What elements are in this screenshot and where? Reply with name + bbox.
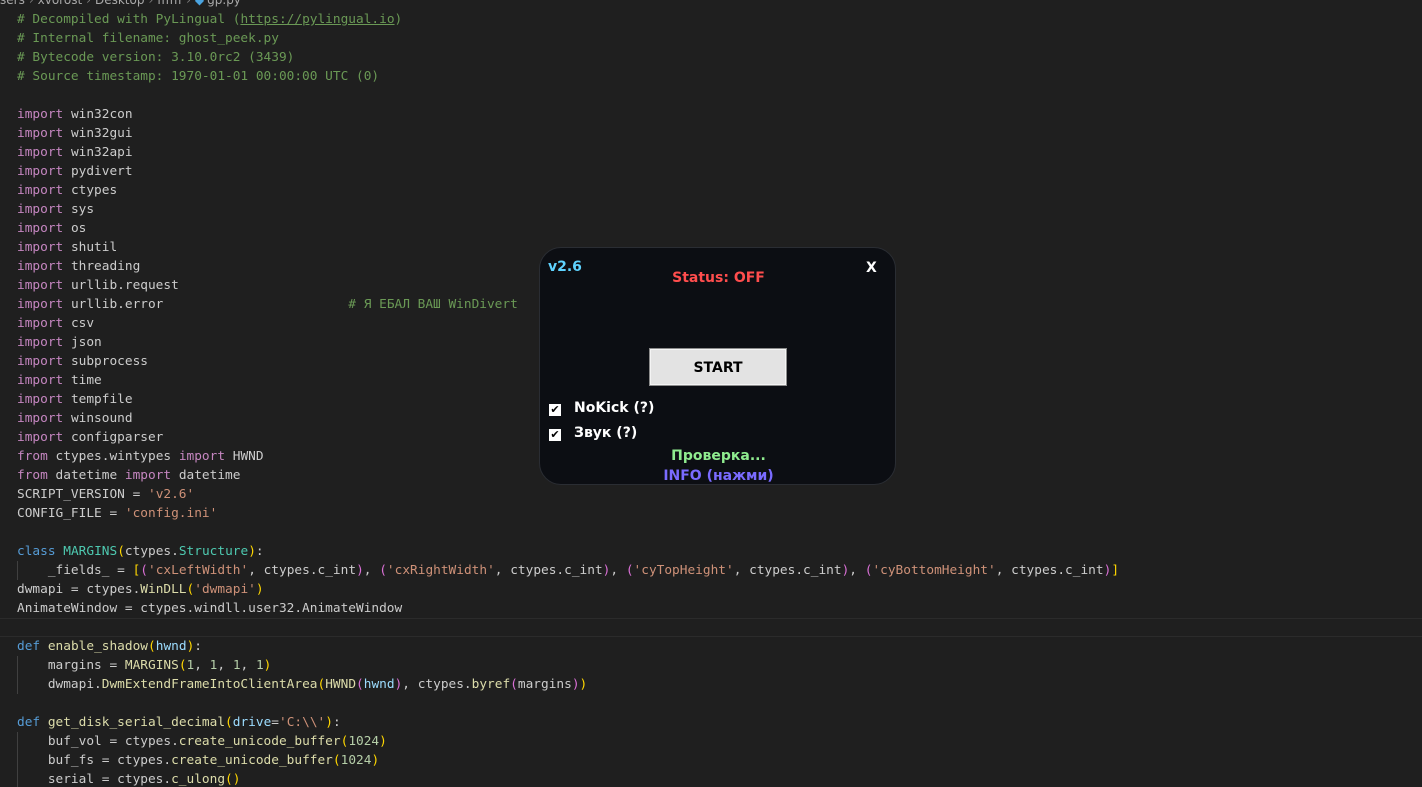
code-line-text: buf_fs = ctypes.create_unicode_buffer(10… <box>17 753 380 768</box>
sound-label[interactable]: Звук (?) <box>574 425 637 441</box>
code-line-text: import os <box>17 221 87 236</box>
code-line-text: from ctypes.wintypes import HWND <box>17 449 264 464</box>
code-line-text: import winsound <box>17 411 133 426</box>
code-line[interactable]: serial = ctypes.c_ulong() <box>0 770 1422 787</box>
breadcrumb-item[interactable]: ffffff <box>157 0 182 7</box>
code-line[interactable]: import win32gui <box>0 124 1422 143</box>
code-line[interactable]: # Bytecode version: 3.10.0rc2 (3439) <box>0 48 1422 67</box>
code-line[interactable]: import ctypes <box>0 181 1422 200</box>
code-line[interactable] <box>0 86 1422 105</box>
code-line-text: import subprocess <box>17 354 148 369</box>
sound-option[interactable]: ✔ Звук (?) <box>549 424 637 442</box>
nokick-option[interactable]: ✔ NoKick (?) <box>549 399 654 417</box>
code-line-text: dwmapi = ctypes.WinDLL('dwmapi') <box>17 582 264 597</box>
code-line[interactable]: class MARGINS(ctypes.Structure): <box>0 542 1422 561</box>
chevron-right-icon: › <box>28 0 34 7</box>
code-line-text: import win32gui <box>17 126 133 141</box>
code-line-text: # Bytecode version: 3.10.0rc2 (3439) <box>17 50 295 65</box>
info-link[interactable]: INFO (нажми) <box>540 468 897 484</box>
code-line-text: AnimateWindow = ctypes.windll.user32.Ani… <box>17 601 403 616</box>
code-line-text: import win32con <box>17 107 133 122</box>
code-line-text: margins = MARGINS(1, 1, 1, 1) <box>17 658 272 673</box>
breadcrumb: sers › xvorost › Desktop › ffffff › ◆ gp.py <box>0 0 241 9</box>
code-line[interactable]: dwmapi = ctypes.WinDLL('dwmapi') <box>0 580 1422 599</box>
code-line-text: def enable_shadow(hwnd): <box>17 639 202 654</box>
code-line-text: import time <box>17 373 102 388</box>
code-line[interactable]: AnimateWindow = ctypes.windll.user32.Ani… <box>0 599 1422 618</box>
code-line[interactable] <box>0 694 1422 713</box>
code-line-text: import urllib.request <box>17 278 179 293</box>
code-line-text: import csv <box>17 316 95 331</box>
code-line[interactable]: import win32con <box>0 105 1422 124</box>
code-line[interactable]: import os <box>0 219 1422 238</box>
python-file-icon: ◆ <box>194 0 205 7</box>
code-line-text: import win32api <box>17 145 133 160</box>
start-button[interactable]: START <box>649 348 787 386</box>
code-line-text: class MARGINS(ctypes.Structure): <box>17 544 264 559</box>
code-line[interactable]: dwmapi.DwmExtendFrameIntoClientArea(HWND… <box>0 675 1422 694</box>
code-line[interactable]: def get_disk_serial_decimal(drive='C:\\'… <box>0 713 1422 732</box>
chevron-right-icon: › <box>186 0 191 7</box>
chevron-right-icon: › <box>148 0 154 7</box>
breadcrumb-file[interactable]: gp.py <box>207 0 241 7</box>
code-line[interactable]: SCRIPT_VERSION = 'v2.6' <box>0 485 1422 504</box>
code-line-text: import ctypes <box>17 183 118 198</box>
code-line[interactable]: # Decompiled with PyLingual (https://pyl… <box>0 10 1422 29</box>
code-line-text: CONFIG_FILE = 'config.ini' <box>17 506 218 521</box>
code-line[interactable]: # Source timestamp: 1970-01-01 00:00:00 … <box>0 67 1422 86</box>
ghost-peek-window: v2.6 X Status: OFF START ✔ NoKick (?) ✔ Зв… <box>539 247 896 485</box>
nokick-label[interactable]: NoKick (?) <box>574 400 654 416</box>
code-line-text: # Internal filename: ghost_peek.py <box>17 31 279 46</box>
breadcrumb-item[interactable]: Desktop <box>95 0 145 7</box>
code-line-text: dwmapi.DwmExtendFrameIntoClientArea(HWND… <box>17 677 588 692</box>
code-line-text: import urllib.error # Я ЕБАЛ ВАШ WinDive… <box>17 297 518 312</box>
code-line-text: import shutil <box>17 240 118 255</box>
indent-guide <box>17 751 18 770</box>
code-line[interactable]: # Internal filename: ghost_peek.py <box>0 29 1422 48</box>
code-line-text: import tempfile <box>17 392 133 407</box>
code-line-text: import pydivert <box>17 164 133 179</box>
code-line[interactable] <box>0 618 1422 637</box>
indent-guide <box>17 770 18 787</box>
code-line-text: # Decompiled with PyLingual (https://pyl… <box>17 12 403 27</box>
code-line-text: from datetime import datetime <box>17 468 241 483</box>
code-line[interactable]: CONFIG_FILE = 'config.ini' <box>0 504 1422 523</box>
nokick-checkbox[interactable]: ✔ <box>549 404 561 416</box>
code-line[interactable]: buf_vol = ctypes.create_unicode_buffer(1… <box>0 732 1422 751</box>
checking-status: Проверка... <box>671 448 766 464</box>
code-line-text: import sys <box>17 202 95 217</box>
code-line-text: # Source timestamp: 1970-01-01 00:00:00 … <box>17 69 380 84</box>
code-line-text: SCRIPT_VERSION = 'v2.6' <box>17 487 195 502</box>
code-line-text: import json <box>17 335 102 350</box>
code-line-text: import threading <box>17 259 141 274</box>
indent-guide <box>17 561 18 580</box>
code-line[interactable] <box>0 523 1422 542</box>
breadcrumb-item[interactable]: xvorost <box>38 0 83 7</box>
code-line-text: _fields_ = [('cxLeftWidth', ctypes.c_int… <box>17 563 1120 578</box>
sound-checkbox[interactable]: ✔ <box>549 429 561 441</box>
code-line-text: buf_vol = ctypes.create_unicode_buffer(1… <box>17 734 387 749</box>
code-line[interactable]: _fields_ = [('cxLeftWidth', ctypes.c_int… <box>0 561 1422 580</box>
indent-guide <box>17 656 18 675</box>
code-line-text: import configparser <box>17 430 164 445</box>
code-line-text: serial = ctypes.c_ulong() <box>17 772 241 787</box>
status-label: Status: OFF <box>672 270 765 286</box>
indent-guide <box>17 732 18 751</box>
code-line[interactable]: margins = MARGINS(1, 1, 1, 1) <box>0 656 1422 675</box>
code-line[interactable]: import pydivert <box>0 162 1422 181</box>
code-line[interactable]: import win32api <box>0 143 1422 162</box>
code-line[interactable]: buf_fs = ctypes.create_unicode_buffer(10… <box>0 751 1422 770</box>
code-line[interactable]: def enable_shadow(hwnd): <box>0 637 1422 656</box>
chevron-right-icon: › <box>86 0 91 7</box>
code-line-text: def get_disk_serial_decimal(drive='C:\\'… <box>17 715 341 730</box>
code-line[interactable]: import sys <box>0 200 1422 219</box>
indent-guide <box>17 675 18 694</box>
breadcrumb-item[interactable]: sers <box>0 0 25 7</box>
